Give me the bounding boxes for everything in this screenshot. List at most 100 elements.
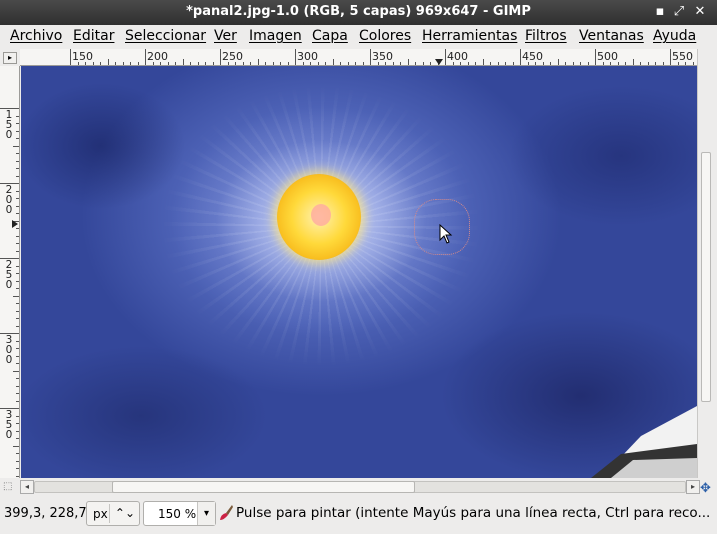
- menu-colores[interactable]: Colores: [359, 28, 411, 44]
- ruler-tick: [355, 62, 356, 65]
- ruler-tick: [580, 62, 581, 65]
- ruler-tick: [0, 408, 19, 409]
- horizontal-ruler[interactable]: 150 200 250 300 350 400 450 500 550: [20, 49, 697, 66]
- ruler-tick: [385, 62, 386, 65]
- ruler-tick: [16, 205, 19, 207]
- ruler-tick: [257, 59, 259, 65]
- navigate-icon[interactable]: ✥: [700, 481, 711, 496]
- ruler-tick: [467, 62, 469, 65]
- ruler-tick: [565, 62, 566, 65]
- ruler-tick: [640, 62, 641, 65]
- ruler-tick: [16, 460, 19, 462]
- ruler-tick: [16, 303, 19, 304]
- ruler-tick: [16, 265, 19, 267]
- zoom-selector[interactable]: 150 % ▾: [143, 501, 216, 526]
- ruler-tick: [452, 62, 454, 65]
- menu-herramientas[interactable]: Herramientas: [422, 28, 517, 44]
- ruler-tick: [332, 59, 334, 65]
- ruler-tick: [16, 363, 19, 364]
- ruler-label: 150: [72, 50, 93, 63]
- ruler-tick: [77, 62, 79, 65]
- ruler-tick: [662, 62, 664, 65]
- maximize-icon[interactable]: ⤢: [670, 3, 688, 21]
- vertical-ruler[interactable]: 150 200 250 300 350: [0, 66, 20, 478]
- spaceship-fragment: [591, 406, 697, 478]
- menu-filtros[interactable]: Filtros: [525, 28, 567, 44]
- ruler-pointer-marker: [435, 59, 443, 65]
- ruler-label: 550: [672, 50, 693, 63]
- ruler-tick: [16, 393, 19, 394]
- ruler-tick: [100, 62, 101, 65]
- pointer-coordinates: 399,3, 228,7: [4, 506, 87, 521]
- ruler-tick: [122, 62, 124, 65]
- image-menu-button[interactable]: ▸: [3, 52, 17, 64]
- unit-value: px: [93, 507, 108, 521]
- ruler-tick: [16, 400, 19, 402]
- ruler-tick: [107, 59, 109, 65]
- ruler-label: 150: [5, 109, 13, 141]
- ruler-label: 300: [297, 50, 318, 63]
- ruler-tick: [220, 49, 221, 65]
- menu-seleccionar[interactable]: Seleccionar: [125, 28, 206, 44]
- menu-capa[interactable]: Capa: [312, 28, 348, 44]
- close-icon[interactable]: ✕: [691, 3, 709, 21]
- ruler-tick: [422, 62, 424, 65]
- horizontal-scrollbar[interactable]: ⬚ ◂ ▸: [0, 478, 717, 496]
- ruler-tick: [265, 62, 266, 65]
- menu-imagen[interactable]: Imagen: [249, 28, 302, 44]
- ruler-tick: [482, 59, 484, 65]
- ruler-tick: [505, 62, 506, 65]
- ruler-tick: [0, 183, 19, 184]
- ruler-label: 350: [5, 409, 13, 441]
- ruler-tick: [670, 49, 671, 65]
- ruler-tick: [392, 62, 394, 65]
- ruler-tick: [595, 49, 596, 65]
- ruler-tick: [16, 468, 19, 469]
- ruler-tick: [16, 198, 19, 199]
- menu-archivo[interactable]: Archivo: [10, 28, 62, 44]
- vertical-scroll-thumb[interactable]: [701, 152, 711, 402]
- ruler-tick: [655, 62, 656, 65]
- ruler-tick: [16, 168, 19, 169]
- menu-ventanas[interactable]: Ventanas: [579, 28, 644, 44]
- image-canvas[interactable]: [21, 66, 697, 478]
- chevron-down-icon[interactable]: ▾: [197, 502, 215, 525]
- ruler-label: 400: [447, 50, 468, 63]
- menu-bar: Archivo Editar Seleccionar Ver Imagen Ca…: [0, 25, 717, 49]
- unit-selector[interactable]: px ⌃⌄: [86, 501, 140, 526]
- window-title: *panal2.jpg-1.0 (RGB, 5 capas) 969x647 -…: [186, 4, 531, 19]
- ruler-tick: [610, 62, 611, 65]
- menu-editar[interactable]: Editar: [73, 28, 114, 44]
- ruler-tick: [647, 62, 649, 65]
- ruler-tick: [16, 138, 19, 139]
- ruler-tick: [445, 49, 446, 65]
- minimize-icon[interactable]: ▪: [651, 3, 669, 21]
- scroll-left-arrow-icon[interactable]: ◂: [20, 480, 34, 494]
- ruler-tick: [497, 62, 499, 65]
- menu-ayuda[interactable]: Ayuda: [653, 28, 696, 44]
- ruler-tick: [250, 62, 251, 65]
- ruler-tick: [0, 108, 19, 109]
- ruler-tick: [16, 243, 19, 244]
- ruler-label: 300: [5, 334, 13, 366]
- ruler-tick: [512, 62, 514, 65]
- ruler-tick: [16, 430, 19, 432]
- ruler-tick: [16, 423, 19, 424]
- ruler-tick: [430, 62, 431, 65]
- ruler-tick: [130, 62, 131, 65]
- ruler-tick: [70, 49, 71, 65]
- quick-mask-icon[interactable]: ⬚: [3, 481, 12, 492]
- status-message: Pulse para pintar (intente Mayús para un…: [236, 505, 711, 521]
- status-bar: 399,3, 228,7 px ⌃⌄ 150 % ▾ Pulse para pi…: [0, 496, 717, 534]
- ruler-tick: [475, 62, 476, 65]
- ruler-tick: [16, 273, 19, 274]
- ruler-tick: [16, 340, 19, 342]
- ruler-tick: [272, 62, 274, 65]
- menu-ver[interactable]: Ver: [214, 28, 237, 44]
- scroll-right-arrow-icon[interactable]: ▸: [686, 480, 700, 494]
- horizontal-scroll-thumb[interactable]: [112, 481, 415, 493]
- ruler-label: 250: [222, 50, 243, 63]
- ruler-label: 200: [5, 184, 13, 216]
- ruler-tick: [16, 325, 19, 327]
- ruler-tick: [16, 355, 19, 357]
